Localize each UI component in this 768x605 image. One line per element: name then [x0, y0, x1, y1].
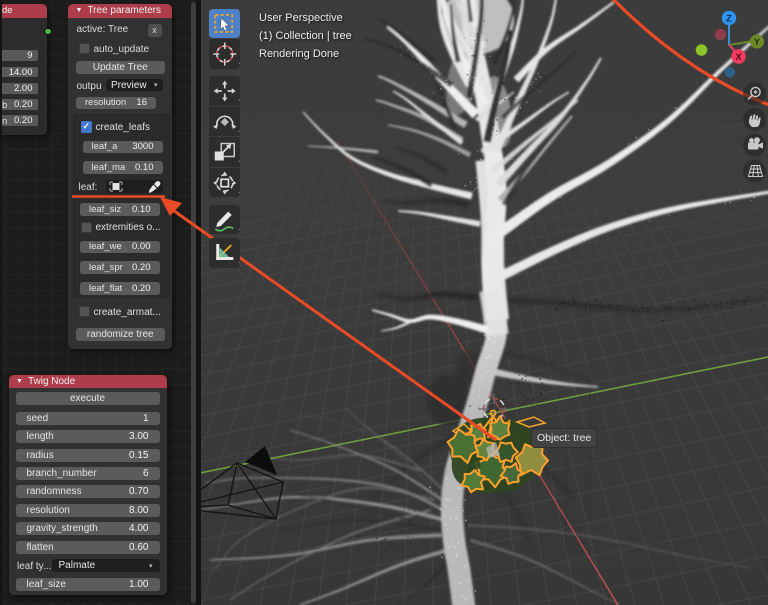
svg-text:Z: Z [726, 13, 732, 23]
svg-text:Y: Y [754, 37, 760, 47]
svg-text:X: X [735, 52, 741, 62]
